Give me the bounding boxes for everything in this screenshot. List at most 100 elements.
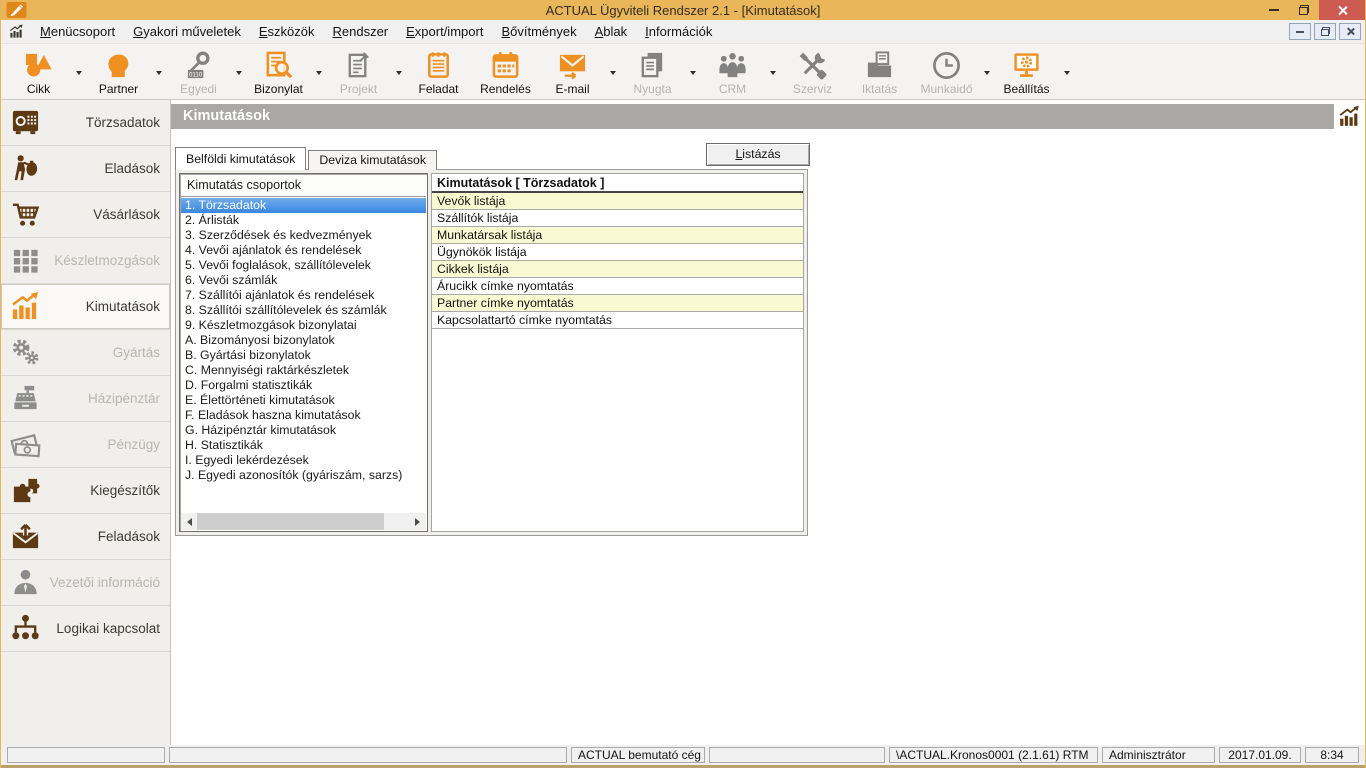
sidebar-item-kimutatasok[interactable]: Kimutatások: [1, 284, 170, 330]
puzzle-icon: [9, 475, 42, 506]
status-segment-empty-3: [709, 747, 885, 763]
mdi-close-button[interactable]: [1339, 23, 1361, 40]
chevron-down-icon: [690, 71, 696, 78]
tools-icon: [797, 50, 828, 81]
group-item[interactable]: 6. Vevői számlák: [181, 273, 426, 288]
report-row[interactable]: Vevők listája: [432, 193, 803, 210]
group-item[interactable]: 4. Vevői ajánlatok és rendelések: [181, 243, 426, 258]
toolbar-button-munkaido[interactable]: Munkaidő: [913, 44, 980, 99]
gears-icon: [9, 337, 42, 368]
minimize-button[interactable]: [1259, 0, 1289, 20]
sidebar-item-logikai-kapcsolat[interactable]: Logikai kapcsolat: [1, 606, 170, 652]
group-item[interactable]: 3. Szerződések és kedvezmények: [181, 228, 426, 243]
menu-item-informaciok[interactable]: Információk: [636, 20, 721, 43]
sidebar-item-gyartas[interactable]: Gyártás: [1, 330, 170, 376]
chevron-down-icon: [156, 71, 162, 78]
toolbar-button-szerviz[interactable]: Szerviz: [779, 44, 846, 99]
group-item[interactable]: B. Gyártási bizonylatok: [181, 348, 426, 363]
group-item[interactable]: H. Statisztikák: [181, 438, 426, 453]
sidebar-item-eladasok[interactable]: Eladások: [1, 146, 170, 192]
sidebar-item-keszletmozgasok[interactable]: Készletmozgások: [1, 238, 170, 284]
email-dropdown-arrow[interactable]: [606, 44, 619, 99]
chevron-down-icon: [396, 71, 402, 78]
toolbar-button-nyugta[interactable]: Nyugta: [619, 44, 686, 99]
menu-item-bovitmenyek[interactable]: Bővítmények: [492, 20, 585, 43]
report-row[interactable]: Munkatársak listája: [432, 227, 803, 244]
tab-deviza-kimutatasok[interactable]: Deviza kimutatások: [308, 150, 437, 170]
crm-dropdown-arrow[interactable]: [766, 44, 779, 99]
close-button[interactable]: [1319, 0, 1365, 20]
mdi-restore-button[interactable]: [1314, 23, 1336, 40]
scroll-left-button[interactable]: [181, 513, 197, 530]
window-controls: [1259, 0, 1365, 20]
menu-item-gyakori-muveletek[interactable]: Gyakori műveletek: [124, 20, 250, 43]
toolbar-button-beallitas[interactable]: Beállítás: [993, 44, 1060, 99]
person-sack-icon: [9, 153, 42, 184]
munkaido-dropdown-arrow[interactable]: [980, 44, 993, 99]
minimize-icon: [1296, 31, 1304, 33]
beallitas-dropdown-arrow[interactable]: [1060, 44, 1073, 99]
sidebar-item-vezetoi-informacio[interactable]: Vezetői információ: [1, 560, 170, 606]
bizonylat-dropdown-arrow[interactable]: [312, 44, 325, 99]
menu-bar: Menücsoport Gyakori műveletek Eszközök R…: [1, 20, 1365, 44]
group-item[interactable]: 9. Készletmozgások bizonylatai: [181, 318, 426, 333]
report-groups-panel: Kimutatás csoportok 1. Törzsadatok 2. Ár…: [179, 173, 428, 532]
report-row[interactable]: Ügynökök listája: [432, 244, 803, 261]
report-row[interactable]: Cikkek listája: [432, 261, 803, 278]
report-row[interactable]: Árucikk címke nyomtatás: [432, 278, 803, 295]
toolbar-button-cikk[interactable]: Cikk: [5, 44, 72, 99]
nyugta-dropdown-arrow[interactable]: [686, 44, 699, 99]
sidebar-item-vasarlasok[interactable]: Vásárlások: [1, 192, 170, 238]
toolbar-button-egyedi[interactable]: Egyedi: [165, 44, 232, 99]
report-row[interactable]: Szállítók listája: [432, 210, 803, 227]
toolbar-button-projekt[interactable]: Projekt: [325, 44, 392, 99]
group-item[interactable]: G. Házipénztár kimutatások: [181, 423, 426, 438]
group-item[interactable]: 7. Szállítói ajánlatok és rendelések: [181, 288, 426, 303]
sidebar-item-kiegeszitok[interactable]: Kiegészítők: [1, 468, 170, 514]
listazas-button[interactable]: Listázás: [706, 143, 810, 166]
group-item[interactable]: A. Bizományosi bizonylatok: [181, 333, 426, 348]
toolbar-button-iktatas[interactable]: Iktatás: [846, 44, 913, 99]
report-row[interactable]: Kapcsolattartó címke nyomtatás: [432, 312, 803, 329]
scrollbar-thumb[interactable]: [197, 513, 384, 530]
menu-item-menucsoport[interactable]: Menücsoport: [31, 20, 124, 43]
menu-item-eszkozok[interactable]: Eszközök: [250, 20, 324, 43]
horizontal-scrollbar[interactable]: [181, 513, 426, 530]
menu-item-ablak[interactable]: Ablak: [586, 20, 637, 43]
chart-icon: [9, 291, 42, 322]
egyedi-dropdown-arrow[interactable]: [232, 44, 245, 99]
cikk-dropdown-arrow[interactable]: [72, 44, 85, 99]
group-item[interactable]: F. Eladások haszna kimutatások: [181, 408, 426, 423]
sidebar-item-hazipenztar[interactable]: Házipénztár: [1, 376, 170, 422]
sidebar-item-penzugy[interactable]: Pénzügy: [1, 422, 170, 468]
group-item[interactable]: I. Egyedi lekérdezések: [181, 453, 426, 468]
toolbar-button-bizonylat[interactable]: Bizonylat: [245, 44, 312, 99]
group-item[interactable]: 2. Árlisták: [181, 213, 426, 228]
scroll-right-button[interactable]: [410, 513, 426, 530]
group-item[interactable]: E. Élettörténeti kimutatások: [181, 393, 426, 408]
tab-belfoldi-kimutatasok[interactable]: Belföldi kimutatások: [175, 147, 306, 170]
group-item[interactable]: J. Egyedi azonosítók (gyáriszám, sarzs): [181, 468, 426, 483]
sidebar-item-feladasok[interactable]: Feladások: [1, 514, 170, 560]
toolbar-button-partner[interactable]: Partner: [85, 44, 152, 99]
toolbar-button-feladat[interactable]: Feladat: [405, 44, 472, 99]
menu-item-export-import[interactable]: Export/import: [397, 20, 492, 43]
toolbar-button-rendeles[interactable]: Rendelés: [472, 44, 539, 99]
toolbar-button-crm[interactable]: CRM: [699, 44, 766, 99]
scrollbar-track[interactable]: [197, 513, 410, 530]
report-row[interactable]: Partner címke nyomtatás: [432, 295, 803, 312]
group-item[interactable]: 8. Szállítói szállítólevelek és számlák: [181, 303, 426, 318]
toolbar-button-email[interactable]: E-mail: [539, 44, 606, 99]
sidebar-item-torzsadatok[interactable]: Törzsadatok: [1, 100, 170, 146]
group-item[interactable]: D. Forgalmi statisztikák: [181, 378, 426, 393]
projekt-dropdown-arrow[interactable]: [392, 44, 405, 99]
group-item[interactable]: C. Mennyiségi raktárkészletek: [181, 363, 426, 378]
menu-item-rendszer[interactable]: Rendszer: [323, 20, 397, 43]
mdi-minimize-button[interactable]: [1289, 23, 1311, 40]
group-item[interactable]: 5. Vevői foglalások, szállítólevelek: [181, 258, 426, 273]
restore-icon: [1299, 5, 1309, 15]
restore-button[interactable]: [1289, 0, 1319, 20]
group-item[interactable]: 1. Törzsadatok: [181, 198, 426, 213]
partner-dropdown-arrow[interactable]: [152, 44, 165, 99]
tabs-row: Belföldi kimutatások Deviza kimutatások …: [175, 146, 1365, 170]
